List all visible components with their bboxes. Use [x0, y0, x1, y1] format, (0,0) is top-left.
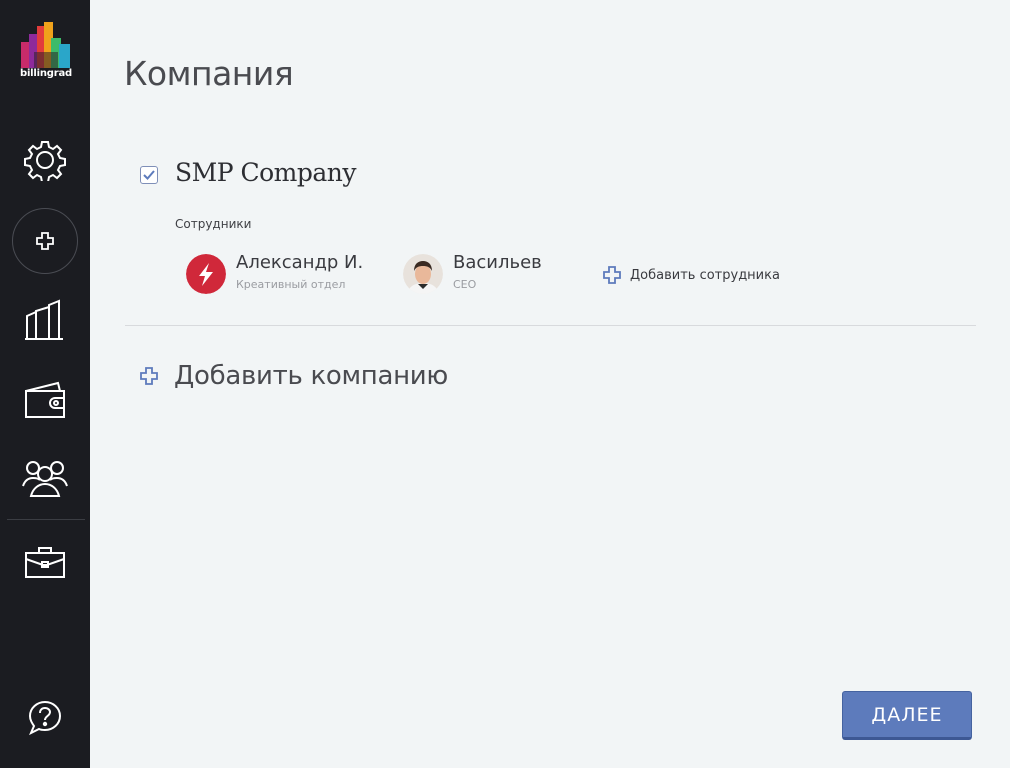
add-company-label: Добавить компанию [174, 361, 448, 391]
employee-name: Александр И. [236, 252, 364, 273]
avatar [186, 254, 226, 294]
next-button[interactable]: ДАЛЕЕ [842, 691, 972, 740]
employee-card[interactable]: Васильев CEO [403, 252, 553, 296]
employee-card[interactable]: Александр И. Креативный отдел [186, 252, 366, 296]
sidebar-item-people[interactable] [0, 448, 90, 508]
page-title: Компания [124, 54, 294, 93]
briefcase-icon [25, 547, 65, 578]
person-photo-icon [403, 254, 443, 294]
plus-icon [603, 266, 621, 284]
company-checkbox[interactable] [140, 166, 158, 184]
add-employee-label: Добавить сотрудника [630, 267, 780, 283]
checkmark-icon [143, 170, 155, 180]
employee-name: Васильев [453, 252, 542, 273]
plus-icon [36, 232, 54, 250]
avatar [403, 254, 443, 294]
logo-text: billingrad [20, 68, 72, 79]
people-icon [22, 461, 68, 497]
wallet-icon [25, 381, 65, 418]
sidebar-item-add[interactable] [12, 208, 78, 274]
sidebar-item-buildings[interactable] [0, 290, 90, 350]
help-icon [28, 700, 62, 736]
section-divider [125, 325, 976, 326]
sidebar-item-briefcase[interactable] [0, 532, 90, 592]
add-company-button[interactable]: Добавить компанию [140, 358, 448, 394]
lightning-icon [186, 254, 226, 294]
sidebar-item-help[interactable] [0, 690, 90, 750]
sidebar-divider [7, 519, 85, 520]
employee-role: Креативный отдел [236, 278, 346, 291]
billingrad-logo[interactable]: billingrad [18, 20, 74, 86]
gear-icon [24, 141, 66, 181]
add-employee-button[interactable]: Добавить сотрудника [603, 265, 780, 285]
employees-label: Сотрудники [175, 217, 252, 231]
company-name[interactable]: SMP Company [175, 158, 357, 187]
logo-icon [21, 22, 70, 68]
sidebar-item-settings[interactable] [0, 130, 90, 190]
sidebar-item-wallet[interactable] [0, 370, 90, 430]
employee-role: CEO [453, 278, 477, 291]
sidebar: billingrad [0, 0, 90, 768]
buildings-icon [25, 299, 63, 340]
plus-icon [140, 367, 158, 385]
